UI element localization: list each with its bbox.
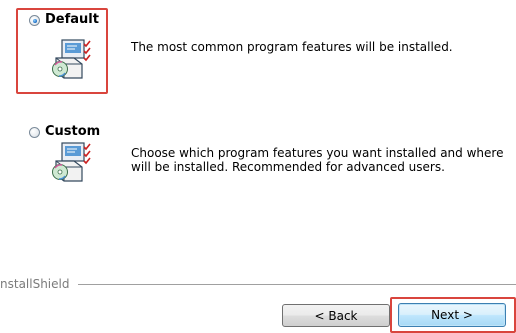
- installshield-brand: nstallShield: [0, 277, 70, 291]
- footer-divider: [78, 284, 516, 286]
- radio-selected-dot: [32, 18, 37, 23]
- setup-package-icon: [48, 38, 92, 80]
- custom-radio[interactable]: [29, 127, 40, 138]
- next-button[interactable]: Next >: [398, 303, 506, 327]
- default-option-label[interactable]: Default: [45, 12, 99, 27]
- custom-option-label[interactable]: Custom: [45, 124, 100, 139]
- back-button[interactable]: < Back: [282, 304, 390, 327]
- custom-option-description-line2: will be installed. Recommended for advan…: [131, 160, 445, 174]
- setup-package-icon: [48, 141, 92, 183]
- default-radio[interactable]: [29, 15, 40, 26]
- default-option-description: The most common program features will be…: [131, 40, 453, 54]
- custom-option-description-line1: Choose which program features you want i…: [131, 146, 504, 160]
